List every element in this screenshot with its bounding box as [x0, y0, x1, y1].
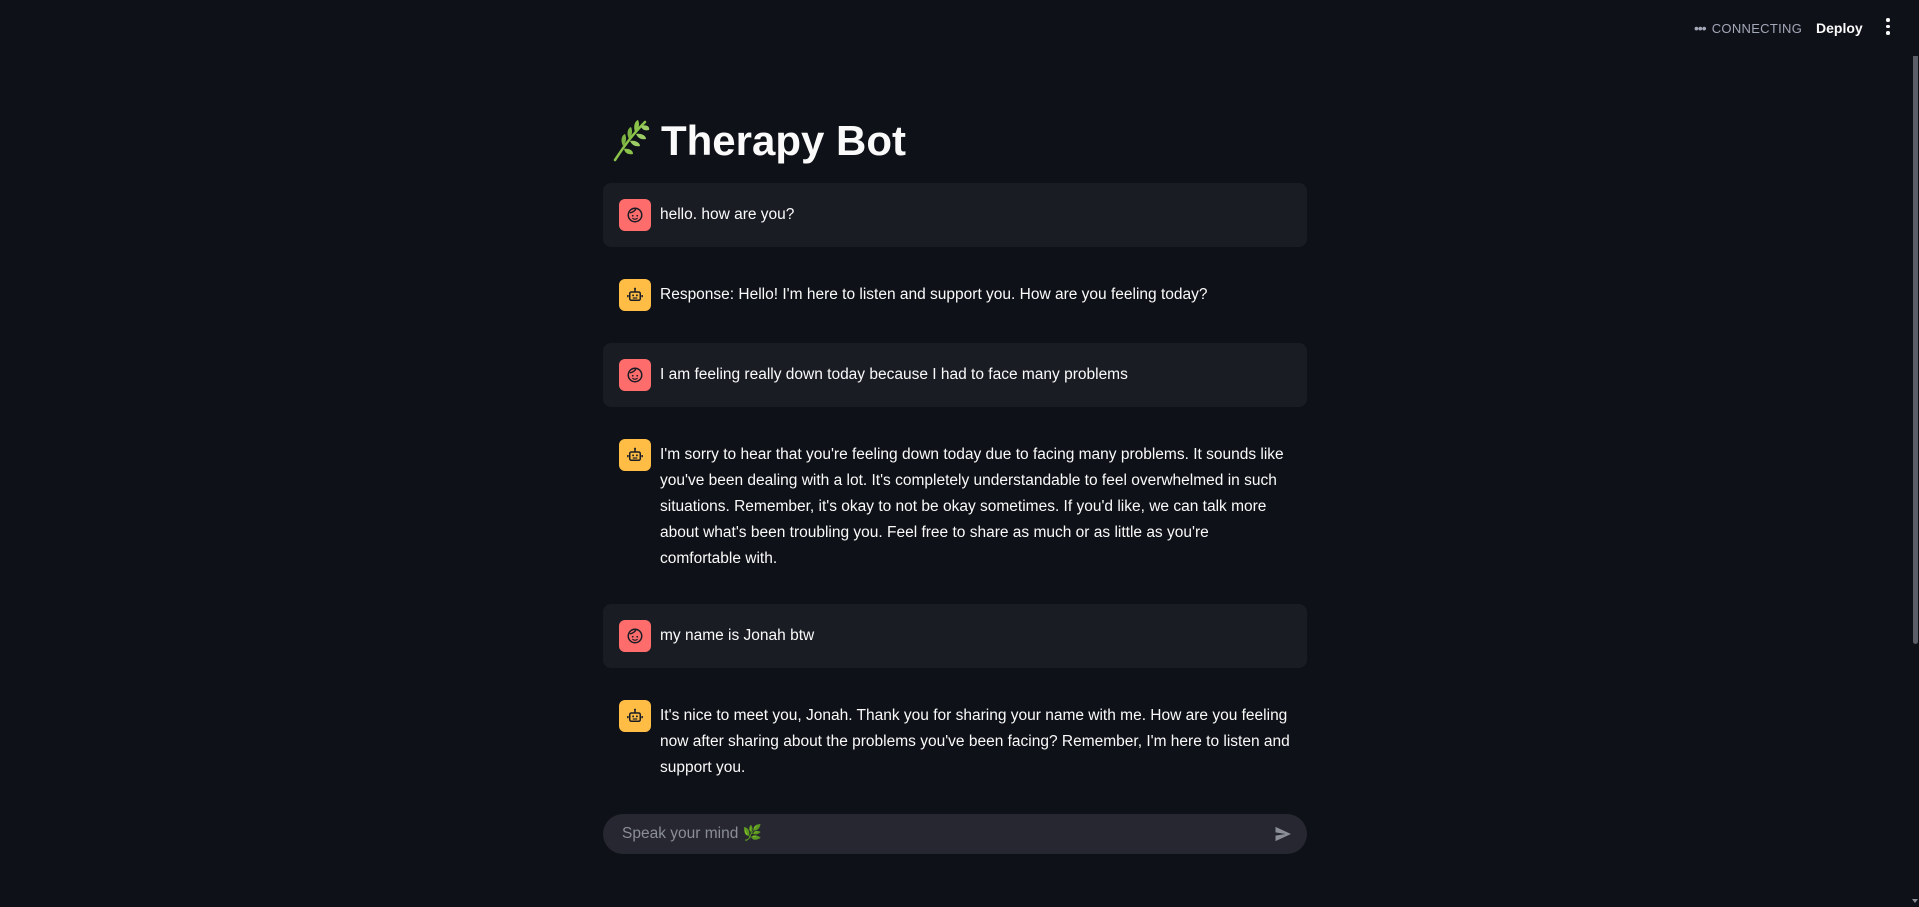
scroll-down-arrow-icon[interactable]	[1912, 899, 1918, 903]
page-title-text: Therapy Bot	[661, 117, 907, 164]
page-title: Therapy Bot	[609, 112, 1307, 170]
user-message: hello. how are you?	[603, 183, 1307, 247]
message-text: It's nice to meet you, Jonah. Thank you …	[660, 707, 1290, 776]
more-horizontal-icon: •••	[1694, 20, 1707, 36]
assistant-message: It's nice to meet you, Jonah. Thank you …	[603, 684, 1307, 797]
robot-icon	[619, 279, 651, 311]
assistant-message: I'm sorry to hear that you're feeling do…	[603, 423, 1307, 588]
robot-icon	[619, 439, 651, 471]
assistant-message: Response: Hello! I'm here to listen and …	[603, 263, 1307, 327]
deploy-button[interactable]: Deploy	[1810, 16, 1869, 40]
scrollbar-thumb[interactable]	[1913, 10, 1918, 644]
face-icon	[619, 199, 651, 231]
main-content: Therapy Bot hello. how are you? Response…	[603, 100, 1307, 798]
robot-icon	[619, 700, 651, 732]
chat-messages: hello. how are you? Response: Hello! I'm…	[603, 183, 1307, 798]
herb-leaf-icon	[613, 120, 650, 162]
user-message: my name is Jonah btw	[603, 604, 1307, 668]
message-text: I am feeling really down today because I…	[660, 366, 1128, 383]
message-text: my name is Jonah btw	[660, 627, 815, 644]
chat-input[interactable]	[620, 824, 1271, 844]
send-arrow-icon[interactable]	[1271, 822, 1295, 846]
page-scrollbar[interactable]	[1911, 0, 1919, 907]
message-text: Response: Hello! I'm here to listen and …	[660, 286, 1208, 303]
face-icon	[619, 359, 651, 391]
face-icon	[619, 620, 651, 652]
connection-status: ••• CONNECTING	[1694, 20, 1802, 36]
connection-status-label: CONNECTING	[1711, 20, 1803, 36]
message-text: I'm sorry to hear that you're feeling do…	[660, 446, 1284, 567]
app-header: ••• CONNECTING Deploy	[0, 0, 1919, 56]
chat-input-container	[603, 814, 1307, 854]
message-text: hello. how are you?	[660, 206, 795, 223]
user-message: I am feeling really down today because I…	[603, 343, 1307, 407]
kebab-menu-icon[interactable]	[1882, 18, 1894, 40]
